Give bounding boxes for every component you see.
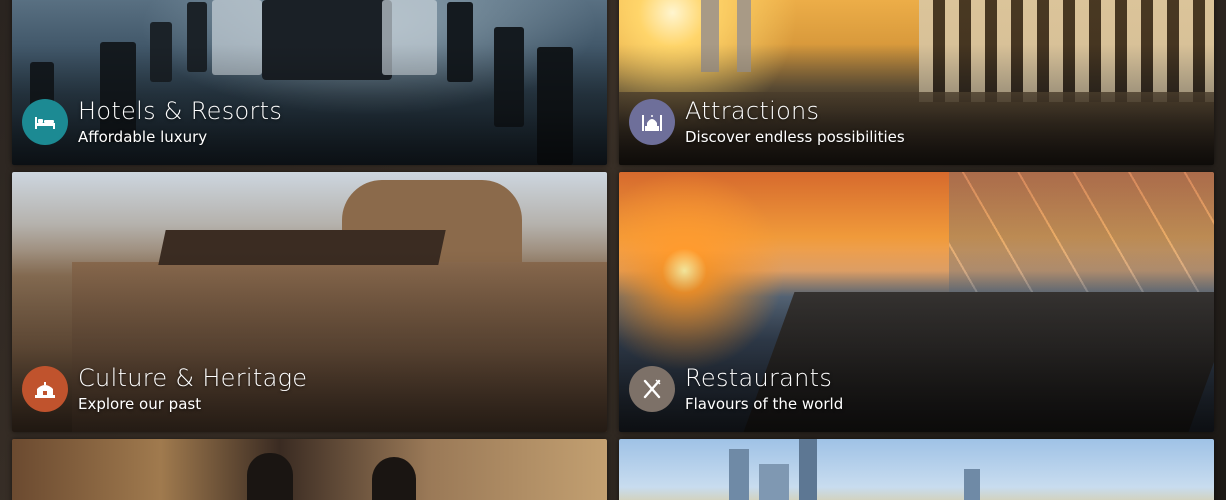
tile-subtitle: Affordable luxury xyxy=(78,128,208,146)
tile-caption: Restaurants Flavours of the world xyxy=(629,364,843,414)
tile-attractions[interactable]: Attractions Discover endless possibiliti… xyxy=(619,0,1214,165)
tile-background-image xyxy=(619,439,1214,500)
skyline-decoration xyxy=(964,469,980,500)
skyline-decoration xyxy=(729,449,749,500)
tile-title: Restaurants xyxy=(685,364,833,392)
tile-subtitle: Explore our past xyxy=(78,395,202,413)
person-decoration xyxy=(372,457,416,500)
tile-caption: Culture & Heritage Explore our past xyxy=(22,364,307,414)
badge xyxy=(629,99,675,145)
badge xyxy=(22,366,68,412)
badge xyxy=(22,99,68,145)
fork-knife-icon xyxy=(643,379,661,399)
tile-subtitle: Flavours of the world xyxy=(685,395,844,413)
skyline-decoration xyxy=(759,464,789,500)
tile-background-image xyxy=(12,439,607,500)
badge xyxy=(629,366,675,412)
tile-caption: Hotels & Resorts Affordable luxury xyxy=(22,97,282,147)
category-grid: Hotels & Resorts Affordable luxury Attra… xyxy=(0,0,1226,500)
bed-icon xyxy=(35,117,55,129)
tile-hotels-resorts[interactable]: Hotels & Resorts Affordable luxury xyxy=(12,0,607,165)
person-decoration xyxy=(247,453,293,500)
fort-icon xyxy=(35,382,55,398)
tile-partial-left[interactable] xyxy=(12,439,607,500)
mosque-icon xyxy=(642,115,662,131)
tile-title: Culture & Heritage xyxy=(78,364,308,392)
tile-culture-heritage[interactable]: Culture & Heritage Explore our past xyxy=(12,172,607,432)
tile-restaurants[interactable]: Restaurants Flavours of the world xyxy=(619,172,1214,432)
tile-partial-right[interactable] xyxy=(619,439,1214,500)
tile-title: Hotels & Resorts xyxy=(78,97,283,125)
skyline-decoration xyxy=(799,439,817,500)
tile-title: Attractions xyxy=(685,97,820,125)
tile-caption: Attractions Discover endless possibiliti… xyxy=(629,97,905,147)
tile-subtitle: Discover endless possibilities xyxy=(685,128,905,146)
